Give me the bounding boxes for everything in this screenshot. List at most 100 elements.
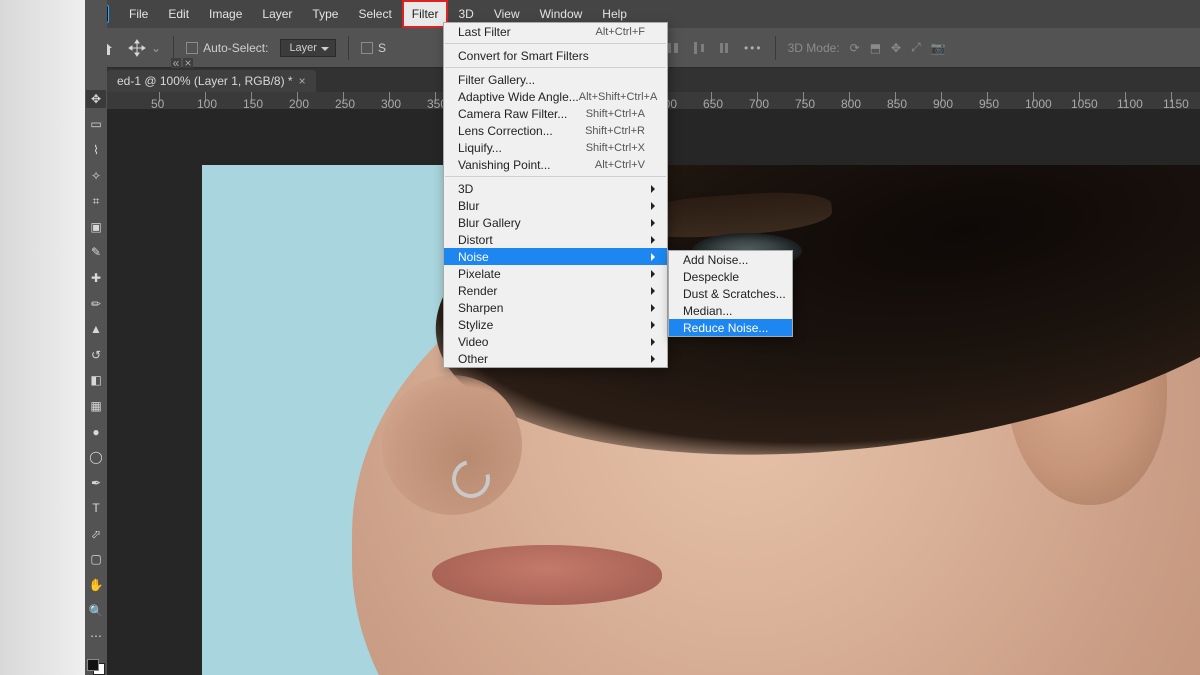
- menu-item-label: Pixelate: [458, 267, 501, 281]
- menu-type[interactable]: Type: [302, 0, 348, 28]
- menu-item-shortcut: Shift+Ctrl+R: [585, 125, 645, 137]
- ruler-tick-label: 50: [151, 97, 164, 110]
- noise-menu-dust-scratches[interactable]: Dust & Scratches...: [669, 285, 792, 302]
- menu-edit[interactable]: Edit: [158, 0, 199, 28]
- move-tool-menu-chevron[interactable]: ⌄: [151, 41, 161, 55]
- mode3d-icon-2[interactable]: ⬒: [870, 41, 881, 55]
- magic-wand-tool[interactable]: ✧: [86, 167, 106, 185]
- menu-item-label: Reduce Noise...: [683, 321, 768, 335]
- menu-select[interactable]: Select: [348, 0, 401, 28]
- menu-item-shortcut: Shift+Ctrl+X: [586, 142, 645, 154]
- ruler-tick-label: 100: [197, 97, 217, 110]
- mode3d-icon-4[interactable]: ⤢: [911, 40, 921, 55]
- ruler-tick-label: 250: [335, 97, 355, 110]
- noise-menu-add-noise[interactable]: Add Noise...: [669, 251, 792, 268]
- lasso-tool[interactable]: ⌇: [86, 141, 106, 159]
- filter-menu-noise[interactable]: Noise: [444, 248, 667, 265]
- filter-menu-lens-correction[interactable]: Lens Correction...Shift+Ctrl+R: [444, 122, 667, 139]
- menu-item-shortcut: Shift+Ctrl+A: [586, 108, 645, 120]
- filter-menu-sharpen[interactable]: Sharpen: [444, 299, 667, 316]
- zoom-tool[interactable]: 🔍: [86, 602, 106, 620]
- align-more-button[interactable]: •••: [744, 41, 763, 55]
- filter-menu: Last FilterAlt+Ctrl+F Convert for Smart F…: [443, 22, 668, 368]
- auto-select-target-combo[interactable]: Layer: [280, 39, 336, 57]
- frame-tool[interactable]: ▣: [86, 218, 106, 236]
- menu-item-label: Liquify...: [458, 141, 502, 155]
- show-transform-checkbox[interactable]: S: [361, 41, 386, 55]
- tab-close[interactable]: ×: [183, 58, 193, 68]
- align-icon-2[interactable]: [666, 41, 680, 55]
- document-canvas[interactable]: [202, 165, 1200, 675]
- menu-filter[interactable]: Filter: [402, 0, 449, 28]
- filter-menu-other[interactable]: Other: [444, 350, 667, 367]
- menu-item-label: Camera Raw Filter...: [458, 107, 567, 121]
- blur-tool[interactable]: ●: [86, 423, 106, 441]
- ruler-tick-label: 150: [243, 97, 263, 110]
- eraser-tool[interactable]: ◧: [86, 372, 106, 390]
- marquee-tool[interactable]: ▭: [86, 116, 106, 134]
- crop-tool[interactable]: ⌗: [86, 192, 106, 210]
- ruler-tick-label: 850: [887, 97, 907, 110]
- menu-item-label: Stylize: [458, 318, 493, 332]
- clone-stamp-tool[interactable]: ▲: [86, 320, 106, 338]
- filter-menu-distort[interactable]: Distort: [444, 231, 667, 248]
- mode3d-icon-1[interactable]: ⟳: [850, 41, 860, 55]
- healing-brush-tool[interactable]: ✚: [86, 269, 106, 287]
- ruler-tick-label: 300: [381, 97, 401, 110]
- gradient-tool[interactable]: ▦: [86, 397, 106, 415]
- filter-menu-filter-gallery[interactable]: Filter Gallery...: [444, 71, 667, 88]
- tab-scroll-left[interactable]: «: [171, 58, 181, 68]
- document-tab[interactable]: ed-1 @ 100% (Layer 1, RGB/8) * ×: [107, 70, 316, 92]
- menu-item-shortcut: Alt+Ctrl+V: [595, 159, 645, 171]
- menu-item-label: Filter Gallery...: [458, 73, 535, 87]
- filter-menu-stylize[interactable]: Stylize: [444, 316, 667, 333]
- mode3d-icon-5[interactable]: 📷: [931, 41, 946, 55]
- filter-menu-vanishing-point[interactable]: Vanishing Point...Alt+Ctrl+V: [444, 156, 667, 173]
- noise-menu-reduce-noise[interactable]: Reduce Noise...: [669, 319, 792, 336]
- filter-menu-convert-for-smart-filters[interactable]: Convert for Smart Filters: [444, 47, 667, 64]
- brush-tool[interactable]: ✏: [86, 295, 106, 313]
- filter-menu-liquify[interactable]: Liquify... Shift+Ctrl+X: [444, 139, 667, 156]
- filter-menu-adaptive-wide-angle[interactable]: Adaptive Wide Angle...Alt+Shift+Ctrl+A: [444, 88, 667, 105]
- color-swatch[interactable]: [87, 659, 105, 675]
- shape-tool[interactable]: ▢: [86, 551, 106, 569]
- filter-menu-3d[interactable]: 3D: [444, 180, 667, 197]
- history-brush-tool[interactable]: ↺: [86, 346, 106, 364]
- ruler-tick-label: 1100: [1117, 97, 1143, 110]
- noise-menu-despeckle[interactable]: Despeckle: [669, 268, 792, 285]
- menu-item-label: Other: [458, 352, 488, 366]
- canvas-photo: [202, 165, 1200, 675]
- align-icon-4[interactable]: [718, 41, 732, 55]
- menu-layer[interactable]: Layer: [252, 0, 302, 28]
- dodge-tool[interactable]: ◯: [86, 448, 106, 466]
- menu-item-label: Sharpen: [458, 301, 503, 315]
- filter-menu-blur-gallery[interactable]: Blur Gallery: [444, 214, 667, 231]
- filter-menu-blur[interactable]: Blur: [444, 197, 667, 214]
- menu-item-label: Despeckle: [683, 270, 739, 284]
- menu-image[interactable]: Image: [199, 0, 252, 28]
- move-tool[interactable]: ✥: [86, 90, 106, 108]
- menu-item-label: 3D: [458, 182, 473, 196]
- filter-menu-pixelate[interactable]: Pixelate: [444, 265, 667, 282]
- hand-tool[interactable]: ✋: [86, 576, 106, 594]
- noise-menu-median[interactable]: Median...: [669, 302, 792, 319]
- filter-menu-camera-raw-filter[interactable]: Camera Raw Filter... Shift+Ctrl+A: [444, 105, 667, 122]
- close-tab-icon[interactable]: ×: [299, 74, 306, 88]
- menu-file[interactable]: File: [119, 0, 158, 28]
- mode3d-icon-3[interactable]: ✥: [891, 41, 901, 55]
- pen-tool[interactable]: ✒: [86, 474, 106, 492]
- tab-well-controls: « ×: [171, 58, 193, 68]
- align-icon-3[interactable]: [692, 41, 706, 55]
- filter-menu-render[interactable]: Render: [444, 282, 667, 299]
- eyedropper-tool[interactable]: ✎: [86, 244, 106, 262]
- type-tool[interactable]: T: [86, 500, 106, 518]
- ruler-tick-label: 200: [289, 97, 309, 110]
- auto-select-checkbox[interactable]: Auto-Select:: [186, 41, 268, 55]
- filter-menu-video[interactable]: Video: [444, 333, 667, 350]
- path-select-tool[interactable]: ⬀: [86, 525, 106, 543]
- filter-menu-last-filter[interactable]: Last FilterAlt+Ctrl+F: [444, 23, 667, 40]
- ruler-tick-label: 1150: [1163, 97, 1189, 110]
- mode3d-label: 3D Mode:: [788, 41, 840, 55]
- more-tools[interactable]: ⋯: [86, 627, 106, 645]
- menu-item-label: Dust & Scratches...: [683, 287, 786, 301]
